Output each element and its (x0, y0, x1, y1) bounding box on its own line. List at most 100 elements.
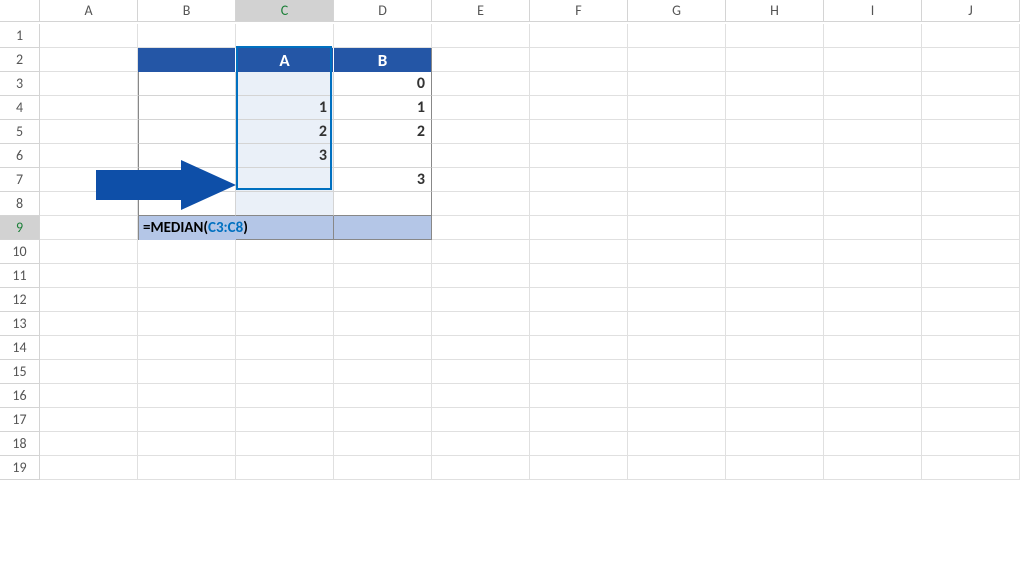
cell-B5[interactable] (138, 120, 236, 144)
col-header-J[interactable]: J (922, 0, 1020, 22)
row-header-7[interactable]: 7 (0, 168, 40, 192)
row-header-2[interactable]: 2 (0, 48, 40, 72)
row-header-12[interactable]: 12 (0, 288, 40, 312)
cell-C7[interactable] (236, 168, 334, 192)
cell-C18[interactable] (236, 432, 334, 456)
table-header-A[interactable]: A (236, 48, 334, 72)
cell-B12[interactable] (138, 288, 236, 312)
cell-J13[interactable] (922, 312, 1020, 336)
cell-G19[interactable] (628, 456, 726, 480)
cell-E19[interactable] (432, 456, 530, 480)
cell-C6[interactable]: 3 (236, 144, 334, 168)
cell-F16[interactable] (530, 384, 628, 408)
cell-B19[interactable] (138, 456, 236, 480)
cell-I19[interactable] (824, 456, 922, 480)
cell-C5[interactable]: 2 (236, 120, 334, 144)
cell-A3[interactable] (40, 72, 138, 96)
table-header-blank[interactable] (138, 48, 236, 72)
cell-B1[interactable] (138, 24, 236, 48)
cell-G3[interactable] (628, 72, 726, 96)
cell-D4[interactable]: 1 (334, 96, 432, 120)
cell-E9[interactable] (432, 216, 530, 240)
cell-H11[interactable] (726, 264, 824, 288)
cell-C17[interactable] (236, 408, 334, 432)
cell-I1[interactable] (824, 24, 922, 48)
cell-J11[interactable] (922, 264, 1020, 288)
cell-E14[interactable] (432, 336, 530, 360)
cell-E5[interactable] (432, 120, 530, 144)
cell-D12[interactable] (334, 288, 432, 312)
cell-D8[interactable] (334, 192, 432, 216)
cell-E7[interactable] (432, 168, 530, 192)
cell-E13[interactable] (432, 312, 530, 336)
cell-I5[interactable] (824, 120, 922, 144)
cell-F8[interactable] (530, 192, 628, 216)
cell-E18[interactable] (432, 432, 530, 456)
cell-J18[interactable] (922, 432, 1020, 456)
cell-D17[interactable] (334, 408, 432, 432)
row-header-17[interactable]: 17 (0, 408, 40, 432)
cell-I11[interactable] (824, 264, 922, 288)
cell-F3[interactable] (530, 72, 628, 96)
cell-G2[interactable] (628, 48, 726, 72)
col-header-G[interactable]: G (628, 0, 726, 22)
cell-J12[interactable] (922, 288, 1020, 312)
col-header-E[interactable]: E (432, 0, 530, 22)
row-header-9[interactable]: 9 (0, 216, 40, 240)
cell-H3[interactable] (726, 72, 824, 96)
cell-E16[interactable] (432, 384, 530, 408)
col-header-F[interactable]: F (530, 0, 628, 22)
cell-H19[interactable] (726, 456, 824, 480)
cell-B10[interactable] (138, 240, 236, 264)
cell-C9[interactable] (236, 216, 334, 240)
cell-F18[interactable] (530, 432, 628, 456)
cell-B13[interactable] (138, 312, 236, 336)
cell-D5[interactable]: 2 (334, 120, 432, 144)
cell-C19[interactable] (236, 456, 334, 480)
row-header-14[interactable]: 14 (0, 336, 40, 360)
cell-A19[interactable] (40, 456, 138, 480)
cell-D14[interactable] (334, 336, 432, 360)
cell-D3[interactable]: 0 (334, 72, 432, 96)
cell-C4[interactable]: 1 (236, 96, 334, 120)
cell-C11[interactable] (236, 264, 334, 288)
cell-F7[interactable] (530, 168, 628, 192)
cell-B15[interactable] (138, 360, 236, 384)
cell-I15[interactable] (824, 360, 922, 384)
spreadsheet-grid[interactable]: A B C D E F G H I J 1 2 A B 3 0 4 1 1 (0, 0, 1024, 480)
cell-J6[interactable] (922, 144, 1020, 168)
cell-F4[interactable] (530, 96, 628, 120)
cell-A4[interactable] (40, 96, 138, 120)
cell-H13[interactable] (726, 312, 824, 336)
cell-D1[interactable] (334, 24, 432, 48)
cell-G7[interactable] (628, 168, 726, 192)
cell-H17[interactable] (726, 408, 824, 432)
cell-I2[interactable] (824, 48, 922, 72)
cell-E12[interactable] (432, 288, 530, 312)
cell-I10[interactable] (824, 240, 922, 264)
cell-I17[interactable] (824, 408, 922, 432)
cell-J14[interactable] (922, 336, 1020, 360)
cell-B16[interactable] (138, 384, 236, 408)
cell-I12[interactable] (824, 288, 922, 312)
cell-F14[interactable] (530, 336, 628, 360)
cell-D7[interactable]: 3 (334, 168, 432, 192)
cell-H1[interactable] (726, 24, 824, 48)
row-header-6[interactable]: 6 (0, 144, 40, 168)
cell-D11[interactable] (334, 264, 432, 288)
cell-I18[interactable] (824, 432, 922, 456)
cell-C16[interactable] (236, 384, 334, 408)
cell-J2[interactable] (922, 48, 1020, 72)
cell-B11[interactable] (138, 264, 236, 288)
cell-I16[interactable] (824, 384, 922, 408)
cell-G16[interactable] (628, 384, 726, 408)
row-header-8[interactable]: 8 (0, 192, 40, 216)
cell-F5[interactable] (530, 120, 628, 144)
cell-I9[interactable] (824, 216, 922, 240)
cell-E11[interactable] (432, 264, 530, 288)
cell-J10[interactable] (922, 240, 1020, 264)
row-header-5[interactable]: 5 (0, 120, 40, 144)
cell-H10[interactable] (726, 240, 824, 264)
cell-F6[interactable] (530, 144, 628, 168)
cell-J4[interactable] (922, 96, 1020, 120)
